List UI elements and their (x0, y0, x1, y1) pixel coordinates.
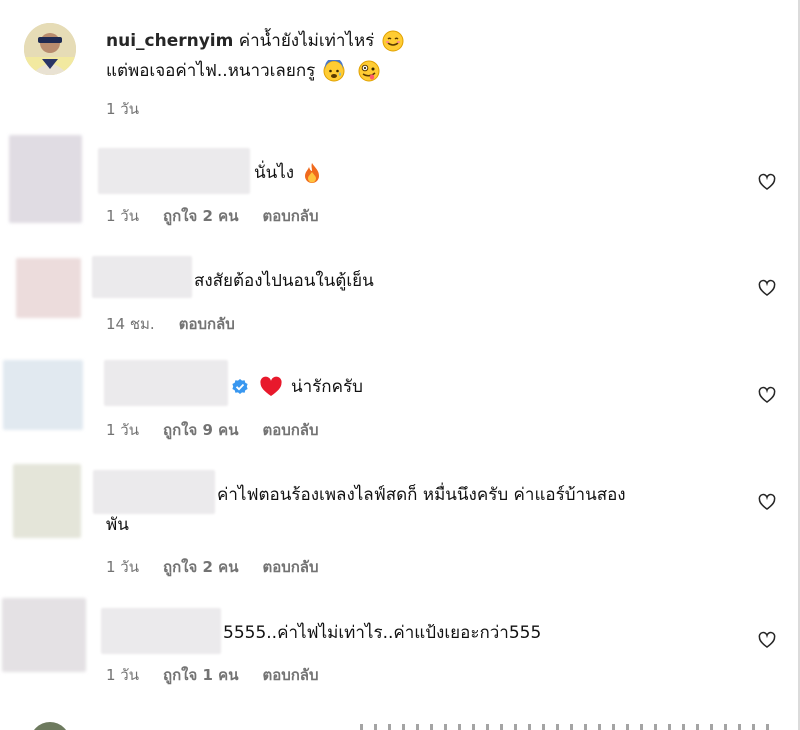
likes-count[interactable]: ถูกใจ 2 คน (163, 555, 238, 579)
reply-text: สงสัยต้องไปนอนในตู้เย็น (194, 266, 374, 296)
comment-text: ค่าไฟตอนร้องเพลงไลฟ์สดก็ หมื่นนึงครับ ค่… (217, 485, 626, 505)
zany-face-icon (358, 60, 380, 82)
username-redacted (93, 470, 215, 514)
comments-panel: nui_chernyim ค่าน้ำยังไม่เท่าไหร่ แต่พอเ… (0, 0, 800, 730)
comment-meta: 1 วัน (106, 97, 139, 121)
comment-meta: 1 วัน ถูกใจ 2 คน ตอบกลับ (106, 204, 319, 228)
timestamp[interactable]: 1 วัน (106, 663, 139, 687)
avatar[interactable] (13, 464, 81, 538)
username-redacted (104, 360, 228, 406)
reply-button[interactable]: ตอบกลับ (262, 555, 318, 579)
avatar[interactable] (30, 722, 70, 730)
reply-button[interactable]: ตอบกลับ (262, 418, 318, 442)
timestamp[interactable]: 1 วัน (106, 555, 139, 579)
reply-text: 5555..ค่าไฟไม่เท่าไร..ค่าแป้งเยอะกว่า555 (223, 618, 541, 648)
fire-icon (304, 163, 319, 183)
reply-text: นั่นไง (254, 158, 322, 188)
comment-text: สงสัยต้องไปนอนในตู้เย็น (194, 271, 374, 291)
likes-count[interactable]: ถูกใจ 9 คน (163, 418, 238, 442)
username-redacted (98, 148, 250, 194)
username-redacted (92, 256, 192, 298)
timestamp[interactable]: 14 ชม. (106, 312, 155, 336)
reply-button[interactable]: ตอบกลับ (262, 204, 318, 228)
like-heart-icon[interactable] (757, 172, 777, 192)
like-heart-icon[interactable] (757, 630, 777, 650)
main-comment-line2: แต่พอเจอค่าไฟ..หนาวเลยกรู (106, 56, 380, 86)
avatar[interactable] (2, 598, 86, 672)
comment-text: ค่าน้ำยังไม่เท่าไหร่ (238, 31, 375, 51)
comment-meta: 14 ชม. ตอบกลับ (106, 312, 235, 336)
red-heart-icon (260, 376, 282, 396)
reply-button[interactable]: ตอบกลับ (179, 312, 235, 336)
comment-text-continued: พัน (106, 515, 129, 535)
smiling-face-icon (382, 30, 404, 52)
comment-meta: 1 วัน ถูกใจ 1 คน ตอบกลับ (106, 663, 319, 687)
like-heart-icon[interactable] (757, 278, 777, 298)
comment-text-clipped (360, 724, 780, 730)
comment-text: นั่นไง (254, 163, 295, 183)
anxious-face-icon (323, 60, 345, 82)
username[interactable]: nui_chernyim (106, 31, 233, 51)
verified-badge-icon (232, 379, 248, 394)
comment-text-continued: แต่พอเจอค่าไฟ..หนาวเลยกรู (106, 61, 316, 81)
comment-text: น่ารักครับ (291, 377, 363, 397)
timestamp[interactable]: 1 วัน (106, 204, 139, 228)
reply-button[interactable]: ตอบกลับ (262, 663, 318, 687)
avatar[interactable] (3, 360, 83, 430)
timestamp[interactable]: 1 วัน (106, 97, 139, 121)
main-comment-line1: nui_chernyim ค่าน้ำยังไม่เท่าไหร่ (106, 26, 404, 56)
comment-meta: 1 วัน ถูกใจ 2 คน ตอบกลับ (106, 555, 319, 579)
likes-count[interactable]: ถูกใจ 1 คน (163, 663, 238, 687)
timestamp[interactable]: 1 วัน (106, 418, 139, 442)
comment-text: 5555..ค่าไฟไม่เท่าไร..ค่าแป้งเยอะกว่า555 (223, 623, 542, 643)
reply-text: ค่าไฟตอนร้องเพลงไลฟ์สดก็ หมื่นนึงครับ ค่… (217, 480, 626, 510)
avatar[interactable] (24, 23, 76, 75)
avatar-photo (24, 23, 76, 75)
avatar[interactable] (16, 258, 81, 318)
reply-text-continued: พัน (106, 510, 129, 540)
next-comment-partial (0, 718, 800, 730)
username-redacted (101, 608, 221, 654)
like-heart-icon[interactable] (757, 385, 777, 405)
avatar[interactable] (9, 135, 82, 223)
reply-text: น่ารักครับ (231, 372, 363, 402)
like-heart-icon[interactable] (757, 492, 777, 512)
likes-count[interactable]: ถูกใจ 2 คน (163, 204, 238, 228)
comment-meta: 1 วัน ถูกใจ 9 คน ตอบกลับ (106, 418, 319, 442)
